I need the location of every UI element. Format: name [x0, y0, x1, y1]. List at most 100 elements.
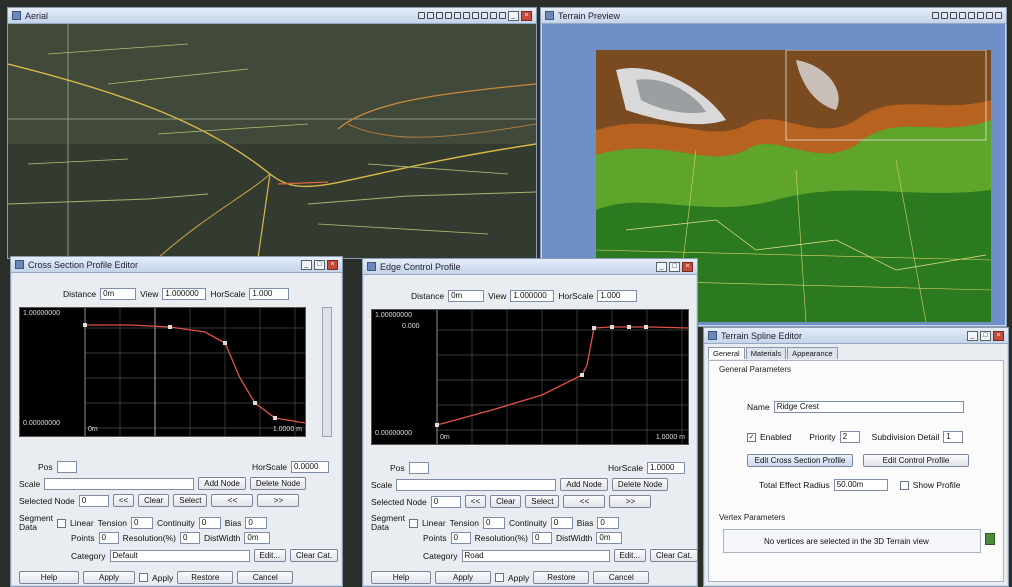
tool-icon[interactable] [472, 12, 479, 19]
apply-checkbox[interactable] [495, 573, 504, 582]
tool-icon[interactable] [427, 12, 434, 19]
resolution-field[interactable]: 0 [180, 532, 201, 544]
view-field[interactable]: 1.000000 [510, 290, 555, 302]
select-node-button[interactable]: Select [173, 494, 208, 507]
continuity-field[interactable]: 0 [198, 517, 221, 529]
distance-field[interactable]: 0m [448, 290, 485, 302]
vertical-scrollbar[interactable] [322, 307, 332, 437]
minimize-icon[interactable]: _ [301, 259, 312, 270]
show-profile-checkbox[interactable] [899, 480, 909, 490]
maximize-icon[interactable]: □ [669, 261, 680, 272]
pos-field[interactable] [408, 462, 429, 474]
hscale-field[interactable]: 1.000 [249, 288, 290, 300]
points-field[interactable]: 0 [98, 532, 119, 544]
continuity-field[interactable]: 0 [550, 517, 573, 529]
clear-category-button[interactable]: Clear Cat. [649, 549, 698, 562]
help-button[interactable]: Help [371, 571, 431, 584]
delete-node-button[interactable]: Delete Node [249, 477, 307, 490]
tool-icon[interactable] [950, 12, 957, 19]
hscale2-field[interactable]: 1.0000 [646, 462, 685, 474]
restore-button[interactable]: Restore [177, 571, 234, 584]
apply-checkbox[interactable] [139, 573, 148, 582]
total-radius-field[interactable]: 50.00m [833, 479, 888, 491]
add-node-button[interactable]: Add Node [560, 478, 608, 491]
points-field[interactable]: 0 [450, 532, 471, 544]
tool-icon[interactable] [986, 12, 993, 19]
node-marker[interactable] [83, 323, 87, 327]
name-field[interactable]: Ridge Crest [773, 401, 964, 413]
restore-button[interactable]: Restore [533, 571, 590, 584]
scale-field[interactable] [44, 477, 195, 490]
resolution-field[interactable]: 0 [532, 532, 553, 544]
maximize-icon[interactable]: □ [980, 330, 991, 341]
terrain-titlebar[interactable]: Terrain Preview [541, 8, 1006, 24]
cancel-button[interactable]: Cancel [237, 571, 294, 584]
edit-control-profile-button[interactable]: Edit Control Profile [863, 454, 969, 467]
node-marker[interactable] [223, 341, 227, 345]
category-select[interactable]: Default [109, 549, 250, 562]
tab-appearance[interactable]: Appearance [787, 347, 838, 359]
clear-node-button[interactable]: Clear [138, 494, 170, 507]
tool-icon[interactable] [977, 12, 984, 19]
next-node-button[interactable]: >> [609, 495, 652, 508]
clear-category-button[interactable]: Clear Cat. [289, 549, 338, 562]
close-icon[interactable]: × [521, 10, 532, 21]
distwidth-field[interactable]: 0m [244, 532, 271, 544]
view-field[interactable]: 1.000000 [162, 288, 207, 300]
tool-icon[interactable] [490, 12, 497, 19]
node-marker[interactable] [592, 326, 596, 330]
terrain-toolbar[interactable] [932, 12, 1002, 19]
select-node-button[interactable]: Select [525, 495, 560, 508]
selected-node-field[interactable]: 0 [430, 495, 461, 508]
aerial-map[interactable] [8, 24, 536, 258]
detail-field[interactable]: 1 [943, 431, 964, 443]
minimize-icon[interactable]: _ [656, 261, 667, 272]
scale-field[interactable] [396, 478, 557, 491]
priority-field[interactable]: 2 [839, 431, 860, 443]
tool-icon[interactable] [436, 12, 443, 19]
tab-materials[interactable]: Materials [745, 347, 787, 359]
aerial-titlebar[interactable]: Aerial _ × [8, 8, 536, 24]
tool-icon[interactable] [941, 12, 948, 19]
node-marker[interactable] [644, 325, 648, 329]
prev-node-button[interactable]: << [464, 495, 487, 508]
close-icon[interactable]: × [682, 261, 693, 272]
close-icon[interactable]: × [993, 330, 1004, 341]
selected-node-field[interactable]: 0 [78, 494, 109, 507]
node-marker[interactable] [273, 416, 277, 420]
xsect-plot[interactable]: 1.00000000 0.00000000 0m 1.0000 m [19, 307, 306, 437]
minimize-icon[interactable]: _ [967, 330, 978, 341]
hscale2-field[interactable]: 0.0000 [290, 461, 329, 473]
edit-category-button[interactable]: Edit... [253, 549, 286, 562]
node-marker[interactable] [253, 401, 257, 405]
distance-field[interactable]: 0m [100, 288, 137, 300]
tool-icon[interactable] [481, 12, 488, 19]
linear-checkbox[interactable] [57, 518, 67, 528]
linear-checkbox[interactable] [409, 518, 419, 528]
edit-cross-section-button[interactable]: Edit Cross Section Profile [747, 454, 853, 467]
spline-titlebar[interactable]: Terrain Spline Editor _ □ × [704, 328, 1008, 344]
apply-button[interactable]: Apply [83, 571, 135, 584]
tab-general[interactable]: General [708, 347, 745, 359]
node-marker[interactable] [168, 325, 172, 329]
apply-button[interactable]: Apply [435, 571, 491, 584]
aerial-toolbar[interactable] [418, 12, 506, 19]
tool-icon[interactable] [959, 12, 966, 19]
minimize-icon[interactable]: _ [508, 10, 519, 21]
close-icon[interactable]: × [327, 259, 338, 270]
tool-icon[interactable] [968, 12, 975, 19]
hscale-field[interactable]: 1.000 [597, 290, 638, 302]
help-button[interactable]: Help [19, 571, 79, 584]
next-node-button[interactable]: >> [257, 494, 300, 507]
edit-category-button[interactable]: Edit... [613, 549, 646, 562]
distwidth-field[interactable]: 0m [596, 532, 623, 544]
tension-field[interactable]: 0 [130, 517, 153, 529]
tool-icon[interactable] [995, 12, 1002, 19]
maximize-icon[interactable]: □ [314, 259, 325, 270]
node-marker[interactable] [627, 325, 631, 329]
node-marker[interactable] [435, 423, 439, 427]
ctrl-titlebar[interactable]: Edge Control Profile _ □ × [363, 259, 697, 275]
category-select[interactable]: Road [461, 549, 610, 562]
tool-icon[interactable] [463, 12, 470, 19]
ctrl-plot[interactable]: 1.00000000 0.000 0.00000000 0m 1.0000 m [371, 309, 689, 445]
